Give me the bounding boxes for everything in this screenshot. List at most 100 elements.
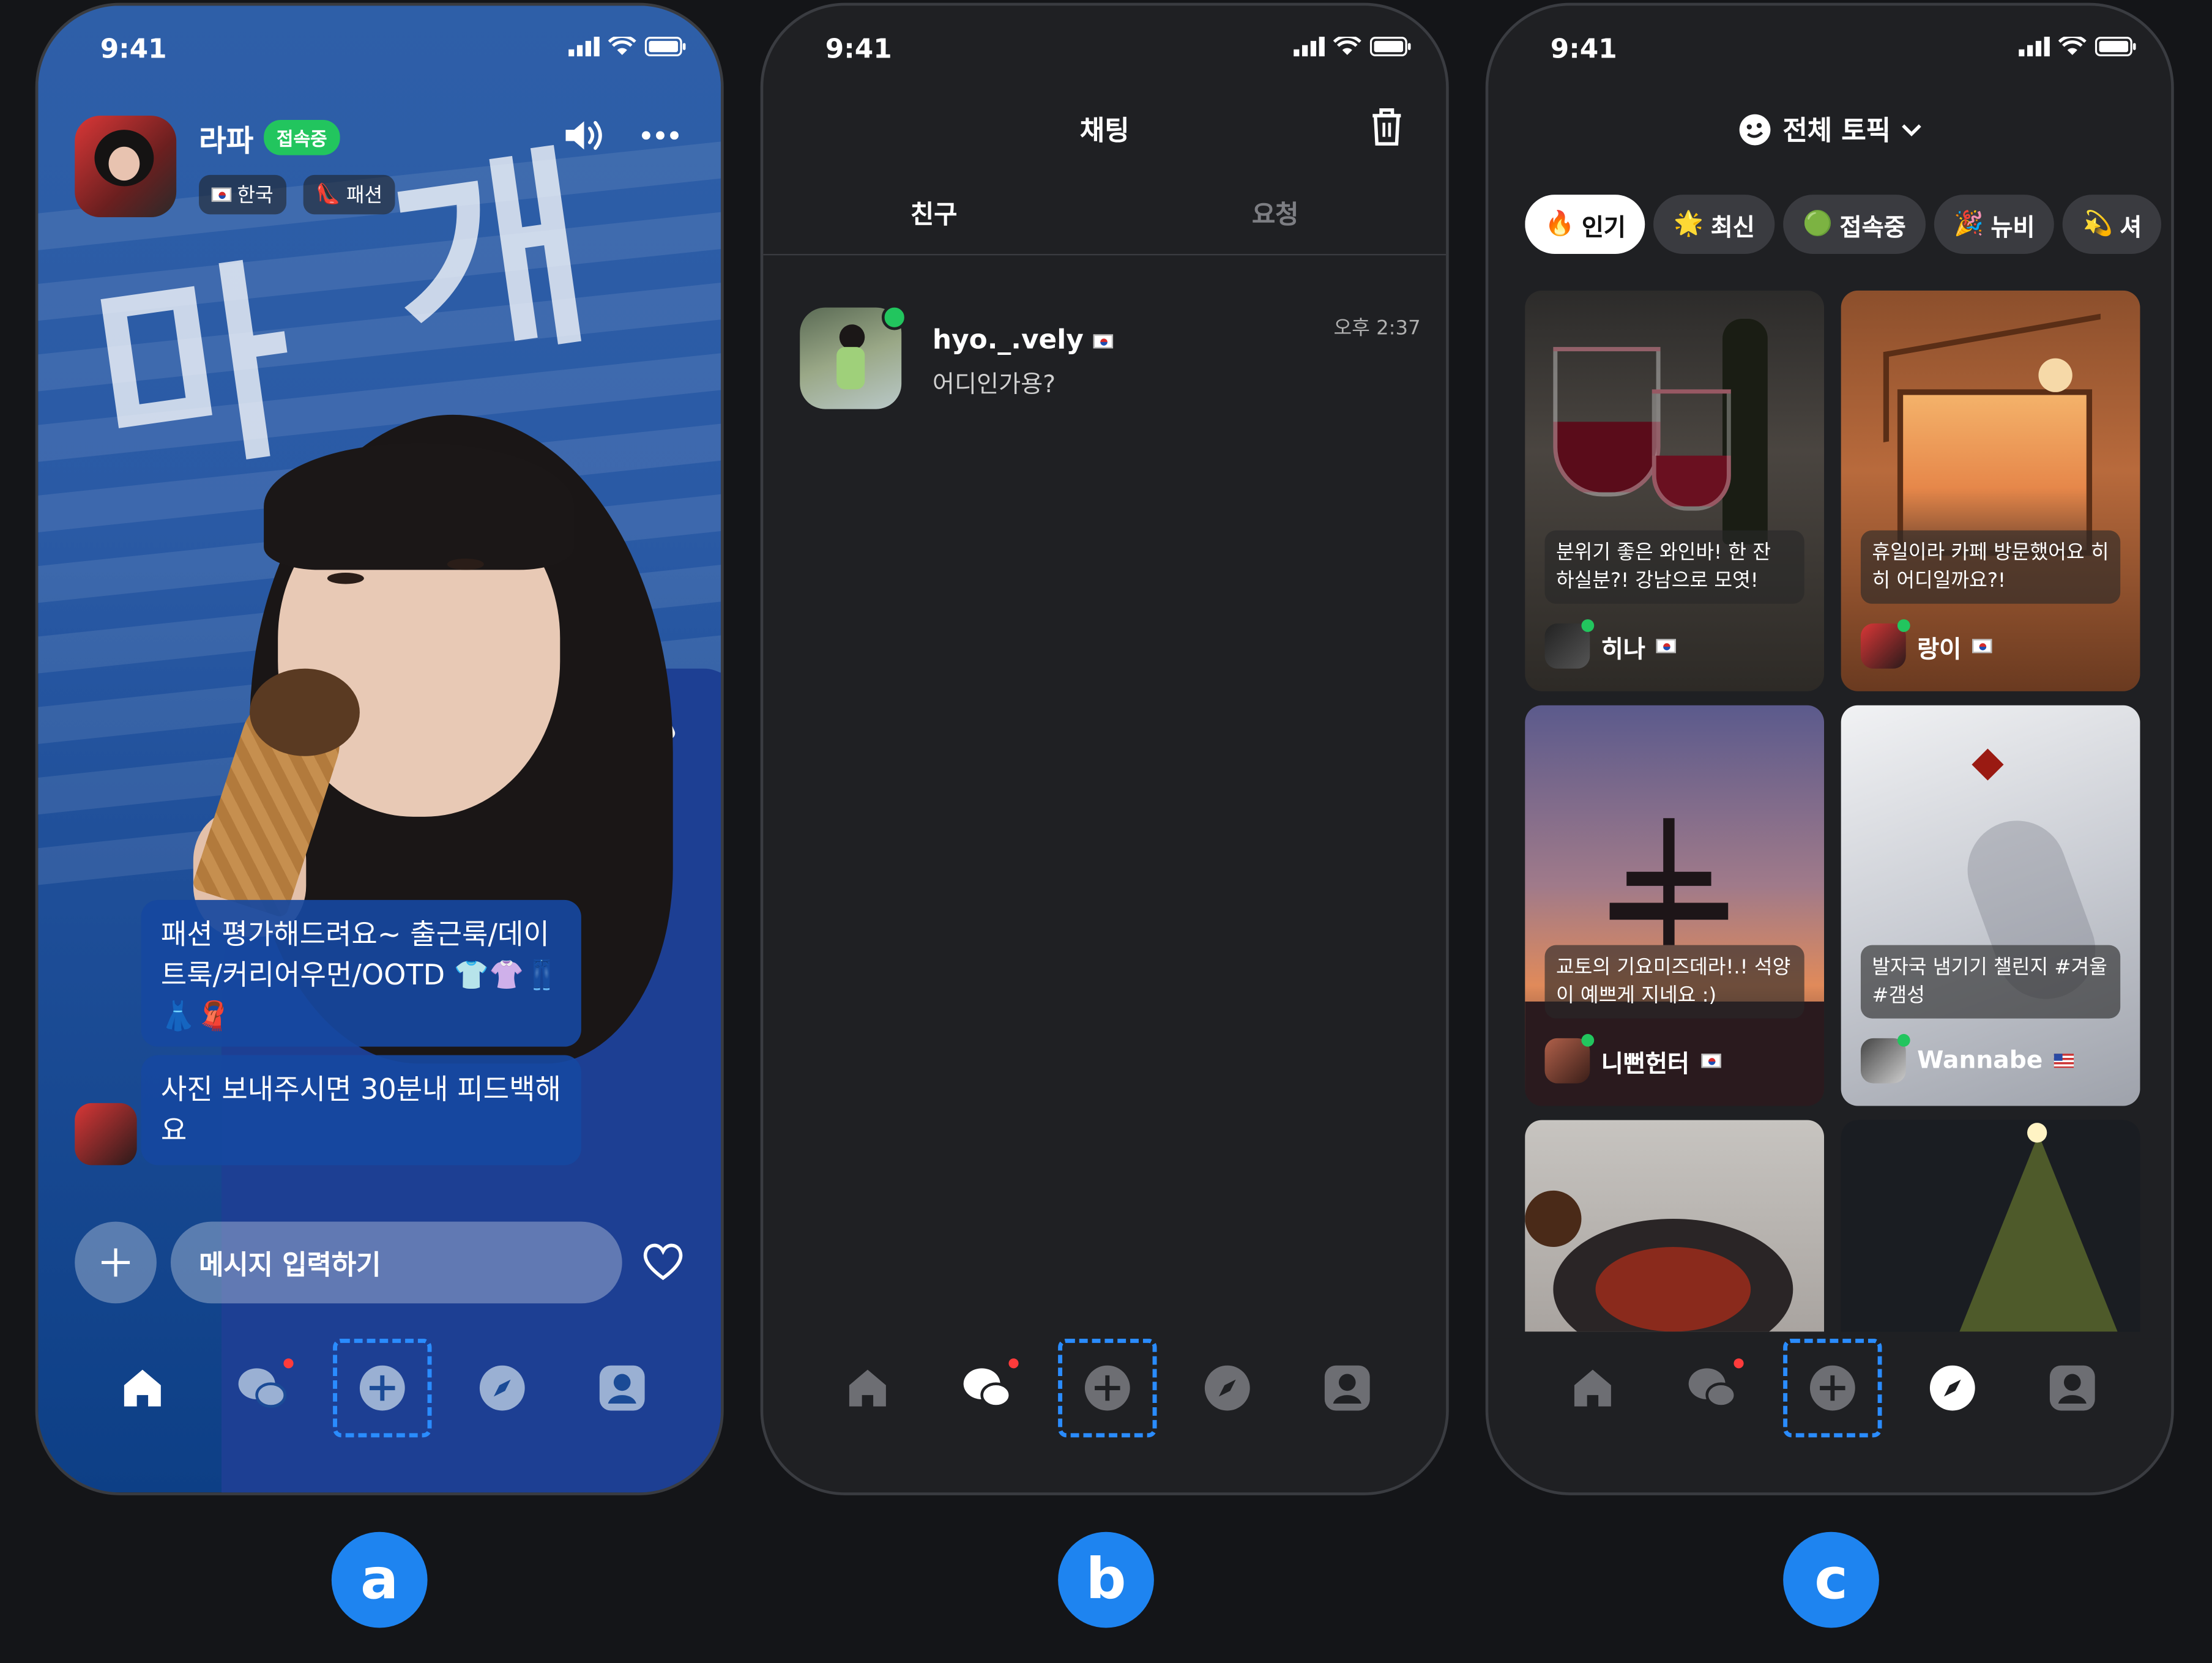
tab-divider bbox=[763, 253, 1447, 256]
nav-chat[interactable] bbox=[938, 1339, 1037, 1437]
topic-card[interactable]: 교토의 기요미즈데라!.! 석양이 예쁘게 지네요 :) 니뻔헌터 bbox=[1525, 705, 1825, 1106]
tab-friends[interactable]: 친구 bbox=[763, 195, 1104, 231]
nav-add[interactable] bbox=[1783, 1338, 1882, 1438]
nav-explore[interactable] bbox=[453, 1339, 551, 1437]
home-icon bbox=[849, 1369, 886, 1407]
more-icon[interactable] bbox=[642, 131, 679, 140]
add-circle-icon bbox=[359, 1365, 405, 1411]
status-time: 9:41 bbox=[825, 34, 892, 65]
usa-flag-icon bbox=[2054, 1054, 2074, 1068]
notification-dot bbox=[1008, 1358, 1019, 1369]
topic-card[interactable] bbox=[1525, 1120, 1825, 1332]
chat-bubble: 패션 평가해드려요~ 출근룩/데이트룩/커리어우먼/OOTD 👕👚👖👗🧣 bbox=[141, 899, 581, 1047]
signal-icon bbox=[2019, 36, 2050, 57]
nav-chat[interactable] bbox=[1663, 1339, 1762, 1437]
wifi-icon bbox=[608, 36, 636, 55]
message-input[interactable]: 메시지 입력하기 bbox=[170, 1221, 622, 1304]
topic-selector[interactable]: 전체 토픽 bbox=[1488, 110, 2171, 148]
bottom-nav bbox=[763, 1338, 1446, 1438]
profile-icon bbox=[2049, 1365, 2095, 1411]
filter-popular[interactable]: 🔥 인기 bbox=[1525, 195, 1646, 254]
smiley-icon bbox=[1739, 113, 1770, 145]
notification-dot bbox=[283, 1358, 294, 1369]
sender-avatar bbox=[75, 1103, 137, 1166]
heart-icon[interactable] bbox=[642, 1241, 684, 1281]
filter-latest[interactable]: 🌟 최신 bbox=[1654, 195, 1775, 254]
nav-profile[interactable] bbox=[2023, 1339, 2121, 1437]
chat-bubble: 사진 보내주시면 30분내 피드백해요 bbox=[141, 1055, 581, 1166]
card-caption: 분위기 좋은 와인바! 한 잔 하실분?! 강남으로 모엿! bbox=[1544, 530, 1804, 604]
nav-explore[interactable] bbox=[1178, 1339, 1276, 1437]
profile-icon bbox=[1324, 1365, 1370, 1411]
dizzy-icon: 💫 bbox=[2082, 210, 2113, 239]
avatar bbox=[1860, 1033, 1910, 1084]
profile-icon bbox=[599, 1365, 645, 1411]
compass-icon bbox=[1204, 1365, 1250, 1411]
korea-flag-icon bbox=[1972, 639, 1993, 653]
wifi-icon bbox=[2058, 36, 2087, 55]
interest-chip: 👠 패션 bbox=[303, 174, 396, 215]
party-icon: 🎉 bbox=[1954, 210, 1984, 239]
filter-online[interactable]: 🟢 접속중 bbox=[1782, 195, 1926, 254]
label-c: c bbox=[1783, 1531, 1879, 1628]
home-icon bbox=[124, 1369, 161, 1407]
status-bar: 9:41 bbox=[38, 6, 721, 90]
nav-explore[interactable] bbox=[1903, 1339, 2002, 1437]
message-input-row: 메시지 입력하기 bbox=[75, 1221, 695, 1304]
chat-name: hyo._.vely bbox=[933, 324, 1113, 355]
home-icon bbox=[1574, 1369, 1611, 1407]
avatar bbox=[1544, 1033, 1595, 1084]
card-user: 히나 bbox=[1544, 619, 1677, 669]
nav-home[interactable] bbox=[818, 1339, 917, 1437]
korea-flag-icon bbox=[1656, 639, 1677, 653]
nav-profile[interactable] bbox=[1298, 1339, 1396, 1437]
country-chip: 한국 bbox=[199, 174, 286, 215]
chat-time: 오후 2:37 bbox=[1333, 317, 1421, 340]
compass-icon bbox=[479, 1365, 525, 1411]
status-time: 9:41 bbox=[100, 34, 167, 65]
avatar[interactable] bbox=[75, 116, 177, 218]
compass-icon bbox=[1929, 1365, 1975, 1411]
status-bar: 9:41 bbox=[1488, 6, 2171, 90]
card-user: 니뻔헌터 bbox=[1544, 1033, 1721, 1084]
nav-chat[interactable] bbox=[213, 1339, 311, 1437]
battery-icon bbox=[2095, 37, 2136, 56]
nav-home[interactable] bbox=[1543, 1339, 1642, 1437]
battery-icon bbox=[644, 37, 686, 56]
nav-add[interactable] bbox=[333, 1338, 432, 1438]
korea-flag-icon bbox=[1700, 1054, 1721, 1068]
status-time: 9:41 bbox=[1550, 34, 1617, 65]
chat-icon bbox=[1688, 1368, 1737, 1408]
topic-card[interactable]: 휴일이라 카페 방문했어요 히히 어디일까요?! 랑이 bbox=[1841, 290, 2140, 691]
screen-a-profile-chat: 마 개 9:41 라파 접속중 한국 👠 패션 패션 평가해드려요~ 출근룩/데… bbox=[35, 2, 724, 1495]
topic-card[interactable] bbox=[1841, 1120, 2140, 1332]
nav-home[interactable] bbox=[93, 1339, 192, 1437]
notification-dot bbox=[1733, 1358, 1744, 1369]
card-user: Wannabe bbox=[1860, 1033, 2074, 1084]
profile-name: 라파 bbox=[199, 124, 254, 158]
card-caption: 교토의 기요미즈데라!.! 석양이 예쁘게 지네요 :) bbox=[1544, 945, 1804, 1019]
nav-add[interactable] bbox=[1058, 1338, 1157, 1438]
topic-card[interactable]: 발자국 냄기기 챌린지 #겨울 #갬성 Wannabe bbox=[1841, 705, 2140, 1106]
attach-button[interactable] bbox=[75, 1221, 157, 1304]
card-caption: 발자국 냄기기 챌린지 #겨울 #갬성 bbox=[1860, 945, 2121, 1019]
list-item[interactable]: hyo._.vely 어디인가용? 오후 2:37 bbox=[800, 304, 1421, 415]
chat-icon bbox=[238, 1368, 287, 1408]
speaker-icon[interactable] bbox=[563, 119, 605, 152]
avatar bbox=[1860, 619, 1910, 669]
korea-flag-icon bbox=[1093, 333, 1113, 348]
topic-card[interactable]: 분위기 좋은 와인바! 한 잔 하실분?! 강남으로 모엿! 히나 bbox=[1525, 290, 1825, 691]
nav-profile[interactable] bbox=[573, 1339, 671, 1437]
card-caption: 휴일이라 카페 방문했어요 히히 어디일까요?! bbox=[1860, 530, 2121, 604]
bottom-nav bbox=[1488, 1338, 2172, 1438]
screen-b-chat-list: 9:41 채팅 친구 요청 hyo._.vely 어디인가용? 오후 2:37 bbox=[760, 2, 1449, 1495]
filter-more[interactable]: 💫 셔 bbox=[2063, 195, 2162, 254]
signal-icon bbox=[1294, 36, 1325, 57]
trash-icon[interactable] bbox=[1370, 107, 1404, 147]
filter-newbie[interactable]: 🎉 뉴비 bbox=[1934, 195, 2055, 254]
tab-requests[interactable]: 요청 bbox=[1104, 195, 1446, 231]
avatar bbox=[1544, 619, 1595, 669]
add-circle-icon bbox=[1809, 1365, 1855, 1411]
fire-icon: 🔥 bbox=[1544, 210, 1575, 239]
label-a: a bbox=[331, 1531, 428, 1628]
